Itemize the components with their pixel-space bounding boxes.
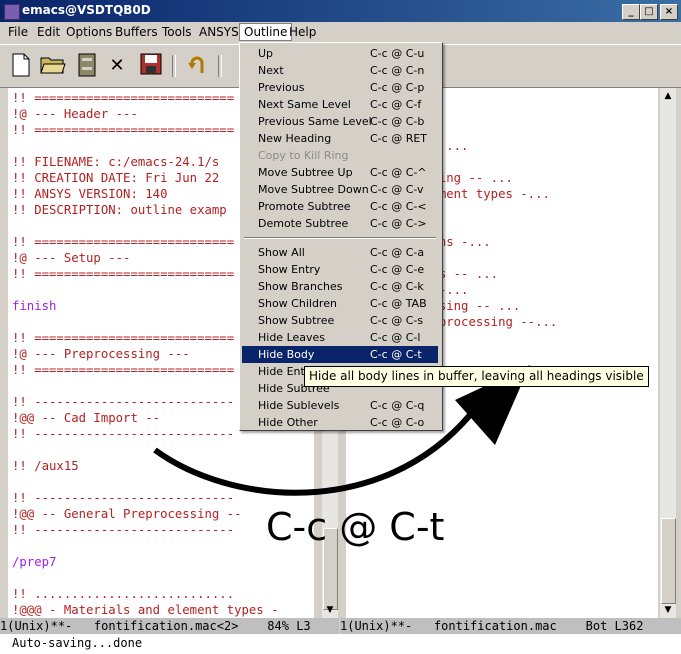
menu-item-label: Previous: [258, 81, 305, 94]
menu-item-shortcut: C-c @ C-q: [370, 399, 425, 412]
menu-item-label: Show Children: [258, 297, 337, 310]
menu-item-label: Up: [258, 47, 274, 60]
menu-item-label: Copy to Kill Ring: [258, 149, 349, 162]
menu-item-move-subtree-up[interactable]: Move Subtree Up C-c @ C-^: [242, 164, 438, 181]
menu-item-shortcut: C-c @ C->: [370, 217, 427, 230]
menu-item-show-children[interactable]: Show Children C-c @ TAB: [242, 295, 438, 312]
menu-item-hide-body[interactable]: Hide Body C-c @ C-t: [242, 346, 438, 363]
menu-item-label: Show Entry: [258, 263, 321, 276]
menu-item-shortcut: C-c @ RET: [370, 132, 428, 145]
menu-item-next[interactable]: Next C-c @ C-n: [242, 62, 438, 79]
menu-item-label: Next: [258, 64, 284, 77]
menu-item-move-subtree-down[interactable]: Move Subtree Down C-c @ C-v: [242, 181, 438, 198]
menu-item-promote-subtree[interactable]: Promote Subtree C-c @ C-<: [242, 198, 438, 215]
menu-item-label: Show All: [258, 246, 305, 259]
menu-item-shortcut: C-c @ C-f: [370, 98, 422, 111]
menu-item-label: Next Same Level: [258, 98, 351, 111]
menu-item-label: New Heading: [258, 132, 332, 145]
menu-item-shortcut: C-c @ C-^: [370, 166, 427, 179]
menu-item-label: Show Branches: [258, 280, 343, 293]
menu-item-label: Hide Sublevels: [258, 399, 340, 412]
menu-item-shortcut: C-c @ C-l: [370, 331, 421, 344]
menu-item-demote-subtree[interactable]: Demote Subtree C-c @ C->: [242, 215, 438, 232]
menu-item-label: Move Subtree Down: [258, 183, 369, 196]
menu-item-label: Hide Other: [258, 416, 318, 429]
menu-item-shortcut: C-c @ C-k: [370, 280, 424, 293]
shortcut-annotation: C-c @ C-t: [266, 505, 445, 549]
menu-item-label: Promote Subtree: [258, 200, 351, 213]
menu-item-shortcut: C-c @ C-b: [370, 115, 425, 128]
menu-item-shortcut: C-c @ TAB: [370, 297, 427, 310]
menu-item-label: Demote Subtree: [258, 217, 349, 230]
menu-item-shortcut: C-c @ C-<: [370, 200, 427, 213]
menu-item-shortcut: C-c @ C-u: [370, 47, 425, 60]
menu-item-shortcut: C-c @ C-n: [370, 64, 425, 77]
menu-item-shortcut: C-c @ C-o: [370, 416, 425, 429]
menu-item-label: Show Subtree: [258, 314, 335, 327]
menu-item-shortcut: C-c @ C-a: [370, 246, 425, 259]
menu-separator: [244, 237, 436, 239]
menu-item-shortcut: C-c @ C-s: [370, 314, 424, 327]
menu-item-copy-to-kill-ring: Copy to Kill Ring: [242, 147, 438, 164]
menu-item-shortcut: C-c @ C-v: [370, 183, 424, 196]
menu-item-shortcut: C-c @ C-t: [370, 348, 422, 361]
menu-item-show-subtree[interactable]: Show Subtree C-c @ C-s: [242, 312, 438, 329]
menu-item-hide-other[interactable]: Hide Other C-c @ C-o: [242, 414, 438, 431]
menu-item-next-same-level[interactable]: Next Same Level C-c @ C-f: [242, 96, 438, 113]
menu-item-show-entry[interactable]: Show Entry C-c @ C-e: [242, 261, 438, 278]
menu-item-label: Move Subtree Up: [258, 166, 353, 179]
menu-item-previous-same-level[interactable]: Previous Same Level C-c @ C-b: [242, 113, 438, 130]
menu-item-label: Previous Same Level: [258, 115, 372, 128]
menu-item-label: Hide Leaves: [258, 331, 326, 344]
menu-item-hide-leaves[interactable]: Hide Leaves C-c @ C-l: [242, 329, 438, 346]
menu-item-hide-sublevels[interactable]: Hide Sublevels C-c @ C-q: [242, 397, 438, 414]
menu-item-label: Hide Body: [258, 348, 315, 361]
menu-item-shortcut: C-c @ C-p: [370, 81, 425, 94]
menu-item-show-branches[interactable]: Show Branches C-c @ C-k: [242, 278, 438, 295]
tooltip: Hide all body lines in buffer, leaving a…: [304, 366, 649, 387]
menu-item-up[interactable]: Up C-c @ C-u: [242, 45, 438, 62]
menu-item-new-heading[interactable]: New Heading C-c @ RET: [242, 130, 438, 147]
menu-item-show-all[interactable]: Show All C-c @ C-a: [242, 244, 438, 261]
menu-item-previous[interactable]: Previous C-c @ C-p: [242, 79, 438, 96]
menu-item-shortcut: C-c @ C-e: [370, 263, 425, 276]
